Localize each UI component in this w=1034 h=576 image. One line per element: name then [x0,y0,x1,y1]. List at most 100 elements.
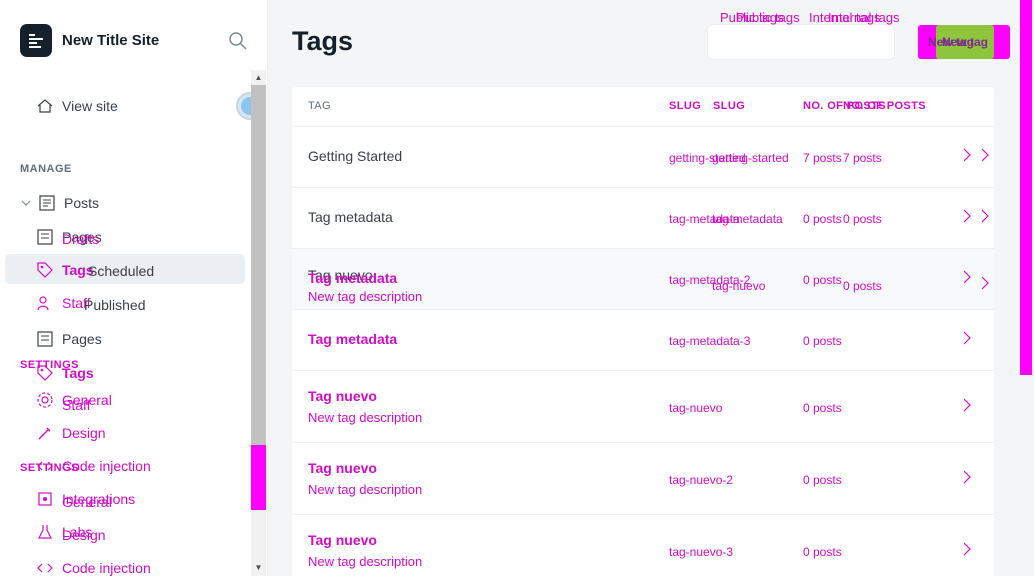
tag-slug-ghost: tag-metadata [712,212,783,226]
table-row[interactable]: Tag nuevo New tag description tag-nuevo-… [292,514,994,576]
page-title: Tags [292,26,354,56]
tag-name-ghost: Tag metadata [308,270,398,286]
chevron-right-icon[interactable] [960,148,974,162]
chevron-right-icon[interactable] [960,270,974,284]
sidebar-item-label: Pages [62,331,102,347]
table-row[interactable]: Tag metadata tag-metadata-3 0 posts [292,309,994,370]
new-tag-label-ghost: New tag [942,35,989,49]
sidebar-item-label: Posts [64,195,100,211]
scroll-down-arrow-icon[interactable]: ▼ [251,560,266,575]
sidebar-item-design-2[interactable]: Design [62,527,106,543]
sidebar-item-scheduled[interactable]: Scheduled [88,263,154,279]
tag-post-count: 0 posts [803,334,842,348]
tag-post-count: 7 posts [803,151,842,165]
tag-post-count-ghost: 7 posts [843,151,882,165]
tag-slug-ghost: getting-started [712,151,789,165]
tag-post-count: 0 posts [803,273,842,287]
tag-description: New tag description [308,554,423,569]
sidebar-item-label: Tags [62,365,94,381]
table-row[interactable]: Tag nuevo Tag metadata New tag descripti… [292,248,994,309]
tag-post-count: 0 posts [803,473,842,487]
sidebar-item-label: Staff [62,397,91,413]
tag-name: Tag metadata [308,209,393,225]
sidebar-item-posts[interactable]: Posts [20,194,99,212]
main-content: Tags Public tags Public tags Internal ta… [268,0,1034,576]
chevron-right-icon[interactable] [978,209,992,223]
tag-slug: tag-metadata-3 [669,334,751,348]
sidebar-item-tags-ghost[interactable]: Tags [36,261,94,279]
column-header-posts-ghost: NO. OF POSTS [843,100,927,112]
sidebar-item-label: Scheduled [88,263,155,279]
scroll-up-arrow-icon[interactable]: ▲ [251,70,266,85]
sidebar-item-view-site[interactable]: View site [36,97,118,115]
tags-table: TAG SLUG SLUG NO. OF POSTS NO. OF POSTS … [292,87,994,576]
code-icon [36,559,54,576]
chevron-right-icon[interactable] [960,398,974,412]
chevron-right-icon[interactable] [960,470,974,484]
chevron-down-icon[interactable] [20,194,32,212]
sidebar-item-label: General [62,494,112,510]
sidebar-item-label: Code injection [62,560,151,576]
tag-name: Getting Started [308,148,403,164]
sidebar-item-label: Published [84,297,146,313]
tag-description: New tag description [308,289,423,304]
page-icon [36,330,54,348]
table-row[interactable]: Tag nuevo New tag description tag-nuevo … [292,370,994,442]
site-logo-icon [20,24,52,57]
sidebar-item-general-2[interactable]: General [62,494,112,510]
sidebar-item-label: Design [62,425,106,441]
home-icon [36,97,54,115]
tag-name: Tag metadata [308,331,398,347]
tag-slug: tag-nuevo-2 [669,473,734,487]
tag-name: Tag nuevo [308,388,377,404]
chevron-right-icon[interactable] [960,209,974,223]
sidebar-item-label: Design [62,527,106,543]
brush-icon [36,424,54,442]
sidebar-item-label: Drafts [62,231,100,247]
page-icon [36,228,54,246]
public-tags-button-ghost[interactable]: Public tags [736,10,800,25]
main-scrollbar-thumb[interactable] [1020,0,1032,375]
tag-post-count-ghost: 0 posts [843,279,882,293]
chevron-right-icon[interactable] [960,331,974,345]
table-row[interactable]: Getting Started getting-started getting-… [292,126,994,187]
chevron-right-icon[interactable] [960,542,974,556]
tag-post-count: 0 posts [803,401,842,415]
sidebar-item-staff[interactable]: Staff [62,397,91,413]
brand[interactable]: New Title Site [20,24,159,57]
column-header-slug: SLUG [669,100,702,112]
table-row[interactable]: Tag metadata tag-metadata tag-metadata 0… [292,187,994,248]
column-header-tag: TAG [308,100,331,112]
sidebar-scrollbar-thumb[interactable] [251,85,266,445]
tag-name: Tag nuevo [308,532,377,548]
tag-description: New tag description [308,410,423,425]
sidebar-item-code-injection-2[interactable]: Code injection [36,559,151,576]
tag-description: New tag description [308,482,423,497]
table-row[interactable]: Tag nuevo New tag description tag-nuevo-… [292,442,994,514]
internal-tags-button-ghost[interactable]: Internal tags [828,10,900,25]
sidebar-item-drafts[interactable]: Drafts [62,230,99,248]
chevron-right-icon[interactable] [978,148,992,162]
sidebar-item-design[interactable]: Design [36,424,106,442]
section-label-manage: MANAGE [20,163,72,175]
new-tag-button[interactable]: New tag New tag [918,25,1010,59]
gear-icon [36,391,54,409]
staff-icon [36,294,54,312]
sidebar: New Title Site View site MANAGE Posts Pa… [0,0,268,576]
sidebar-item-tags[interactable]: Tags [36,364,94,382]
tag-slug: tag-nuevo [669,401,723,415]
section-label-settings-2: SETTINGS [20,462,80,474]
column-header-slug-ghost: SLUG [713,100,746,112]
sidebar-item-label: View site [62,98,118,114]
integrations-icon [36,490,54,508]
tag-post-count: 0 posts [803,212,842,226]
sidebar-item-pages[interactable]: Pages [36,330,102,348]
tag-icon [36,364,54,382]
site-title: New Title Site [62,32,160,49]
flask-icon [36,523,54,541]
sidebar-item-published[interactable]: Published [62,296,146,314]
search-icon[interactable] [228,31,248,51]
chevron-right-icon[interactable] [978,276,992,290]
tag-post-count: 0 posts [803,545,842,559]
tag-icon [36,261,54,279]
